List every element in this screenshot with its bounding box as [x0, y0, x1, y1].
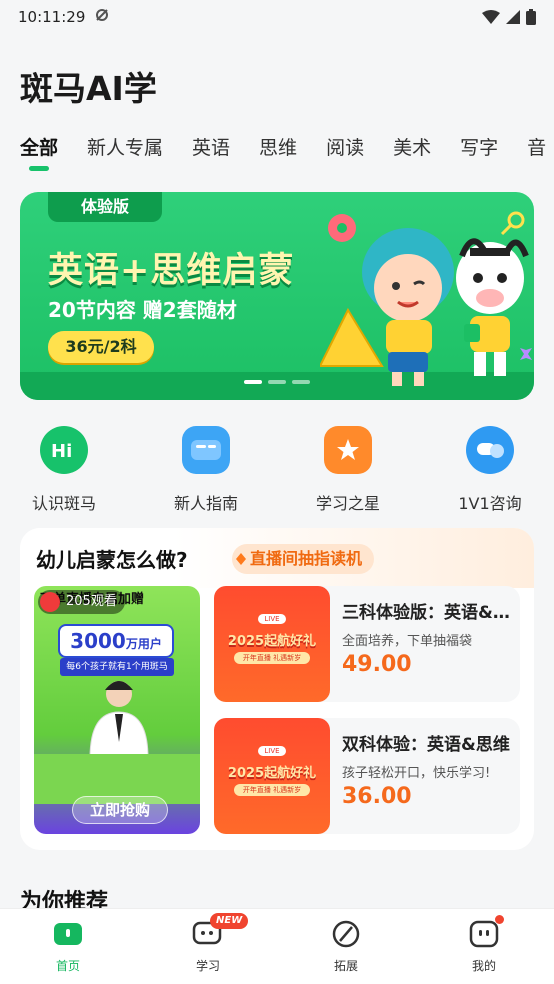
video-slogan: 每6个孩子就有1个用斑马 [60, 658, 174, 676]
live-icon [40, 592, 60, 612]
battery-icon [526, 9, 536, 25]
tab-english[interactable]: 英语 [192, 134, 230, 174]
nav-label: 拓展 [333, 959, 358, 973]
users-unit: 万用户 [125, 637, 162, 651]
shortcut-label: 1V1咨询 [458, 494, 522, 513]
shortcut-row: Hi 认识斑马 新人指南 学习之星 1V1咨询 [0, 420, 554, 514]
banner-pagination [244, 380, 310, 384]
kids-illustration [320, 211, 532, 386]
live-lottery-pill[interactable]: 直播间抽指读机 [232, 544, 375, 574]
shortcut-about-zebra[interactable]: Hi 认识斑马 [4, 420, 124, 514]
live-section-card: 幼儿启蒙怎么做? 直播间抽指读机 下单直播专属加赠 3000万用户 每6个孩子就… [20, 528, 534, 850]
new-badge: NEW [210, 913, 249, 929]
status-bar: 10:11:29 [0, 0, 554, 34]
notification-icon [95, 8, 109, 26]
course-price: 49.00 [342, 652, 412, 677]
guide-icon [182, 426, 230, 474]
shortcut-label: 学习之星 [315, 494, 380, 513]
hi-icon: Hi [40, 426, 88, 474]
course-name: 三科体验版：英语&思维&阅读 [342, 603, 512, 623]
nav-label: 我的 [471, 959, 496, 973]
svg-text:Hi: Hi [51, 441, 72, 461]
tab-music[interactable]: 音 [527, 134, 546, 174]
pagination-dot [268, 380, 286, 384]
shortcut-newcomer-guide[interactable]: 新人指南 [146, 420, 266, 514]
profile-icon [468, 915, 504, 949]
tab-art[interactable]: 美术 [393, 134, 431, 174]
banner-tag: 体验版 [48, 192, 162, 222]
tab-writing[interactable]: 写字 [460, 134, 498, 174]
course-desc: 全面培养，下单抽福袋 [342, 634, 473, 649]
promo-subtext: 开年直播 礼遇新岁 [234, 652, 310, 664]
tab-newcomer[interactable]: 新人专属 [87, 134, 163, 174]
course-name: 双科体验：英语&思维 [342, 735, 510, 755]
wifi-icon [482, 10, 500, 24]
promo-text: 2025起航好礼 [227, 634, 317, 649]
nav-home[interactable]: 首页 [28, 919, 108, 974]
course-price: 36.00 [342, 784, 412, 809]
chat-icon [466, 426, 514, 474]
users-count: 3000 [70, 629, 126, 653]
promo-subtext: 开年直播 礼遇新岁 [234, 784, 310, 796]
letter-a-icon [328, 214, 356, 242]
study-icon: NEW [192, 913, 249, 949]
nav-label: 学习 [195, 959, 220, 973]
host-illustration [89, 681, 149, 758]
course-card[interactable]: LIVE 2025起航好礼 开年直播 礼遇新岁 三科体验版：英语&思维&阅读 全… [214, 586, 520, 702]
promo-banner[interactable]: 体验版 英语+思维启蒙 20节内容 赠2套随材 36元/2科 [20, 192, 534, 400]
home-icon [52, 919, 84, 949]
course-desc: 孩子轻松开口，快乐学习! [342, 766, 491, 781]
signal-icon [506, 10, 520, 24]
explore-icon [330, 919, 362, 949]
course-thumbnail: LIVE 2025起航好礼 开年直播 礼遇新岁 [214, 586, 330, 702]
shortcut-label: 认识斑马 [31, 494, 96, 513]
bottom-nav: 首页 NEW 学习 拓展 我的 [0, 908, 554, 984]
kid-face [374, 254, 442, 322]
promo-text: 2025起航好礼 [227, 766, 317, 781]
banner-headline: 英语+思维启蒙 [48, 251, 295, 291]
status-time: 10:11:29 [18, 8, 86, 26]
ruler-icon [320, 307, 384, 367]
course-card[interactable]: LIVE 2025起航好礼 开年直播 礼遇新岁 双科体验：英语&思维 孩子轻松开… [214, 718, 520, 834]
star-icon [324, 426, 372, 474]
live-section-title: 幼儿启蒙怎么做? [36, 548, 188, 572]
shortcut-learning-star[interactable]: 学习之星 [288, 420, 408, 514]
shortcut-label: 新人指南 [173, 494, 238, 513]
category-tabs: 全部 新人专属 英语 思维 阅读 美术 写字 音 [20, 134, 554, 174]
page-title: 斑马AI学 [20, 69, 157, 108]
nav-label: 首页 [55, 959, 80, 973]
key-icon [500, 211, 525, 236]
live-tag: LIVE [258, 614, 286, 624]
live-tag: LIVE [258, 746, 286, 756]
nav-study[interactable]: NEW 学习 [168, 913, 249, 974]
pagination-dot [292, 380, 310, 384]
pagination-dot [244, 380, 262, 384]
nav-explore[interactable]: 拓展 [306, 919, 386, 974]
users-count-box: 3000万用户 [58, 624, 174, 658]
viewer-count: 205观看 [38, 590, 125, 614]
live-video-thumbnail[interactable]: 下单直播专属加赠 3000万用户 每6个孩子就有1个用斑马 205观看 立即抢购 [34, 586, 200, 834]
banner-subtitle: 20节内容 赠2套随材 [48, 298, 237, 322]
shortcut-consult[interactable]: 1V1咨询 [430, 420, 550, 514]
tab-thinking[interactable]: 思维 [259, 134, 297, 174]
notification-dot [495, 915, 504, 924]
nav-profile[interactable]: 我的 [444, 915, 524, 974]
tab-reading[interactable]: 阅读 [326, 134, 364, 174]
viewer-count-text: 205观看 [66, 594, 117, 609]
tab-all[interactable]: 全部 [20, 134, 58, 174]
banner-price-button[interactable]: 36元/2科 [48, 331, 154, 363]
grab-now-button[interactable]: 立即抢购 [72, 796, 168, 824]
course-thumbnail: LIVE 2025起航好礼 开年直播 礼遇新岁 [214, 718, 330, 834]
